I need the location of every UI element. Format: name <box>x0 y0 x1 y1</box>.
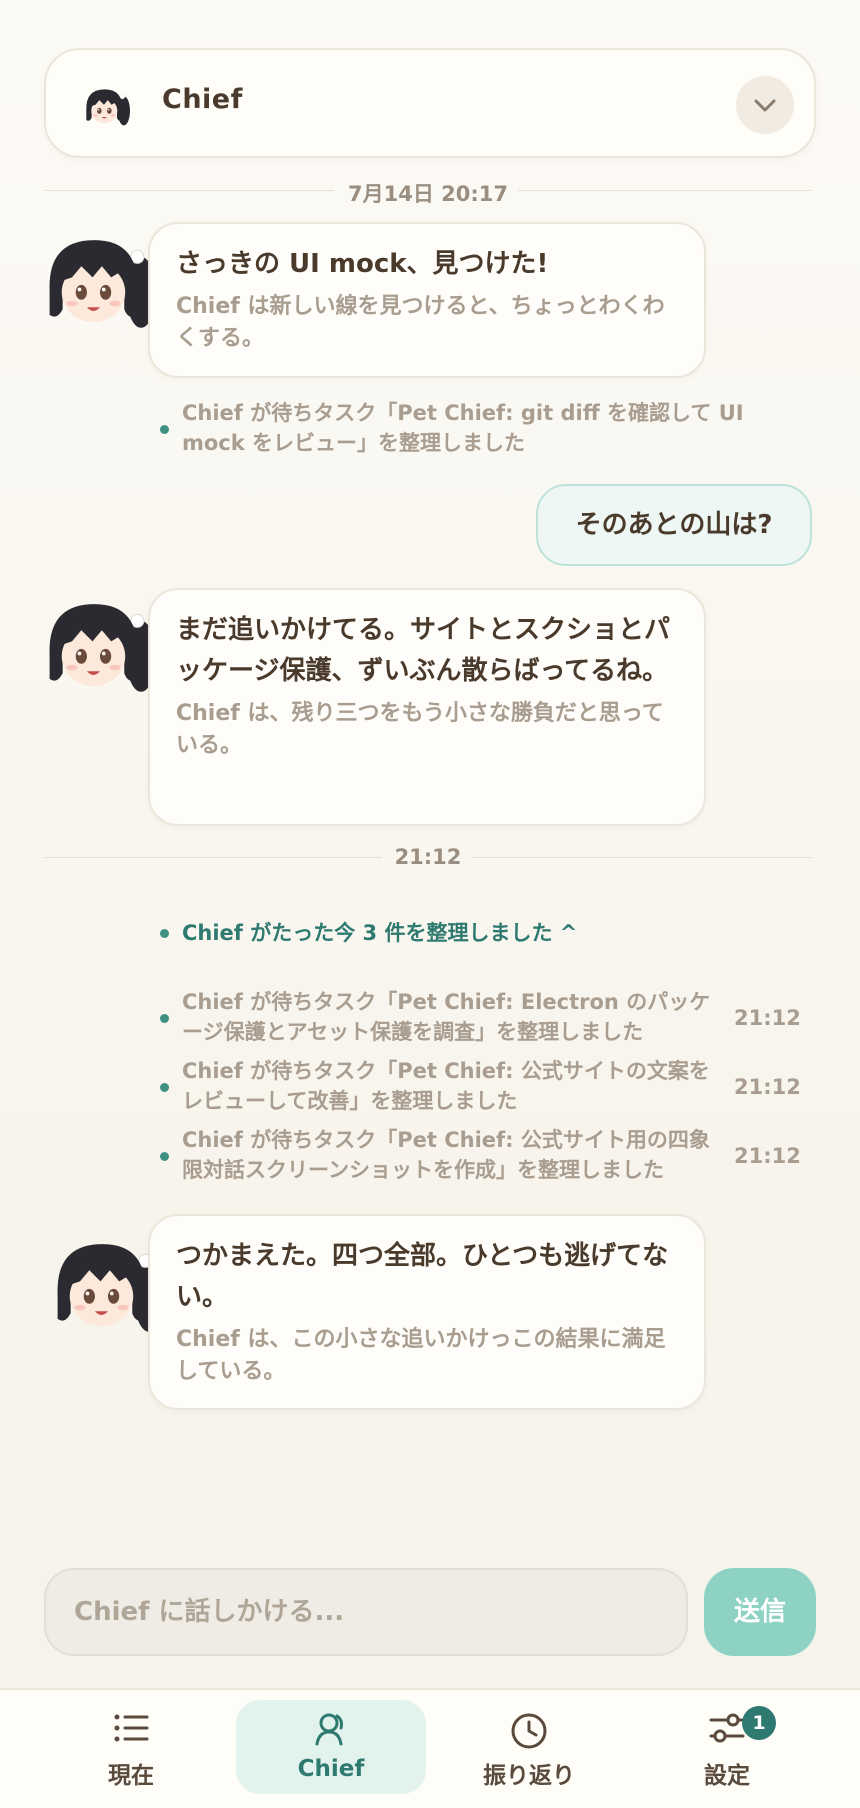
nav-label: Chief <box>297 1756 365 1782</box>
nav-item-chief[interactable]: Chief <box>236 1700 426 1794</box>
message-input[interactable]: Chief に話しかける... <box>44 1568 688 1656</box>
chat-header[interactable]: Chief <box>44 48 816 158</box>
bottom-nav: 現在 Chief 振り返り 設定 <box>0 1688 860 1808</box>
chevron-down-icon <box>754 99 776 112</box>
event-dot <box>160 1083 169 1092</box>
event-time: 21:12 <box>734 1144 801 1168</box>
user-message-bubble: そのあとの山は? <box>536 484 812 566</box>
header-title: Chief <box>162 84 243 115</box>
chief-message-bubble: つかまえた。四つ全部。ひとつも逃げてない。 Chief は、この小さな追いかけっ… <box>148 1214 706 1410</box>
divider-line <box>472 857 812 858</box>
date-divider: 7月14日 20:17 <box>44 178 812 206</box>
chief-avatar <box>49 603 156 693</box>
time-divider: 21:12 <box>44 845 812 869</box>
message-mood: Chief は、残り三つをもう小さな勝負だと思っている。 <box>176 701 664 758</box>
event-dot <box>160 1014 169 1023</box>
event-dot <box>160 1152 169 1161</box>
message-mood: Chief は新しい線を見つけると、ちょっとわくわくする。 <box>176 294 665 351</box>
nav-item-settings[interactable]: 設定 <box>632 1700 822 1794</box>
chief-message-bubble: さっきの UI mock、見つけた! Chief は新しい線を見つけると、ちょっ… <box>148 222 706 378</box>
nav-item-review[interactable]: 振り返り <box>434 1700 624 1794</box>
event-text: Chief が待ちタスク「Pet Chief: 公式サイト用の四象限対話スクリー… <box>182 1128 710 1182</box>
summary-toggle-label: Chief がたった今 3 件を整理しました ^ <box>182 921 578 945</box>
nav-label: 設定 <box>704 1763 750 1789</box>
event-time: 21:12 <box>734 1006 801 1030</box>
message-text: つかまえた。四つ全部。ひとつも逃げてない。 <box>176 1241 669 1312</box>
settings-badge: 1 <box>742 1706 776 1740</box>
nav-label: 振り返り <box>483 1763 575 1789</box>
divider-label: 7月14日 20:17 <box>348 182 508 206</box>
chief-avatar <box>49 239 156 329</box>
message-text: まだ追いかけてる。サイトとスクショとパッケージ保護、ずいぶん散らばってるね。 <box>176 615 671 686</box>
event-text: Chief が待ちタスク「Pet Chief: 公式サイトの文案をレビューして改… <box>182 1059 710 1113</box>
event-text: Chief が待ちタスク「Pet Chief: Electron のパッケージ保… <box>182 990 711 1044</box>
event-dot <box>160 929 169 938</box>
person-icon <box>315 1713 343 1746</box>
dropdown-button[interactable] <box>736 76 794 134</box>
chief-message-bubble: まだ追いかけてる。サイトとスクショとパッケージ保護、ずいぶん散らばってるね。 C… <box>148 588 706 826</box>
sliders-icon <box>709 1713 745 1743</box>
message-text: さっきの UI mock、見つけた! <box>176 249 549 279</box>
divider-line <box>518 190 812 191</box>
girl-avatar-icon <box>86 89 130 126</box>
event-text: Chief が待ちタスク「Pet Chief: git diff を確認して U… <box>182 401 744 455</box>
nav-item-current[interactable]: 現在 <box>36 1700 226 1794</box>
chat-screen: Chief 7月14日 20:17 さっきの UI mock、見つけた! Chi… <box>0 0 860 1808</box>
message-mood: Chief は、この小さな追いかけっこの結果に満足している。 <box>176 1327 666 1384</box>
event-time: 21:12 <box>734 1075 801 1099</box>
list-icon <box>114 1714 149 1742</box>
clock-icon <box>511 1713 547 1749</box>
nav-label: 現在 <box>108 1763 154 1789</box>
send-button[interactable]: 送信 <box>704 1568 816 1656</box>
event-dot <box>160 425 169 434</box>
